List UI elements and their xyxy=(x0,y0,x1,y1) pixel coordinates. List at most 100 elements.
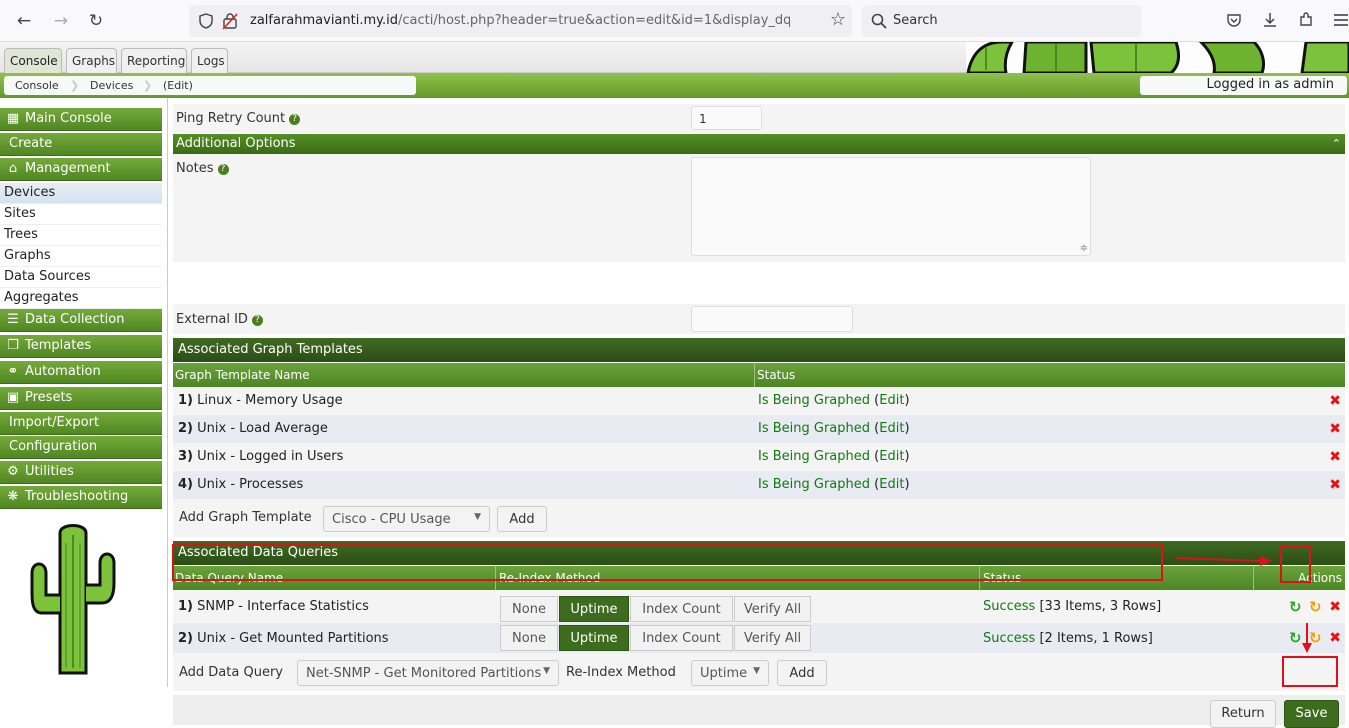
sidebar-main-console[interactable]: ▦ Main Console xyxy=(0,108,162,131)
chevron-down-icon: ▼ xyxy=(474,512,481,522)
edit-link[interactable]: Edit xyxy=(879,393,904,408)
graph-template-row: 3) Unix - Logged in Users Is Being Graph… xyxy=(173,443,1345,471)
reindex-method-select[interactable]: Uptime ▼ xyxy=(691,660,769,686)
reload-query-icon[interactable]: ↻ xyxy=(1309,600,1322,615)
downloads-icon[interactable] xyxy=(1262,11,1278,29)
add-data-query-label: Add Data Query xyxy=(179,665,283,680)
sidebar-create[interactable]: Create xyxy=(0,133,162,156)
sidebar-label: Utilities xyxy=(25,464,74,479)
column-status[interactable]: Status xyxy=(757,368,795,382)
sidebar-automation[interactable]: ⚭ Automation xyxy=(0,361,162,384)
browser-toolbar: ← → ↻ zalfarahmavianti.my.id/cacti/host.… xyxy=(0,0,1349,42)
resize-handle-icon[interactable]: ≑ xyxy=(1080,243,1088,254)
sidebar-utilities[interactable]: ⚙ Utilities xyxy=(0,461,162,484)
sidebar-item-trees[interactable]: Trees xyxy=(0,225,162,246)
sidebar-label: Configuration xyxy=(9,439,98,454)
extensions-icon[interactable] xyxy=(1298,11,1314,29)
help-icon[interactable]: ? xyxy=(251,315,263,326)
breadcrumb-devices[interactable]: Devices xyxy=(90,79,133,92)
reindex-none[interactable]: None xyxy=(500,596,558,622)
help-icon[interactable]: ? xyxy=(217,164,229,175)
back-icon[interactable]: ← xyxy=(13,10,35,32)
pocket-icon[interactable] xyxy=(1226,12,1242,28)
sidebar-item-data-sources[interactable]: Data Sources xyxy=(0,267,162,288)
reindex-uptime[interactable]: Uptime xyxy=(559,625,629,651)
add-graph-template-button[interactable]: Add xyxy=(497,506,547,532)
sidebar-management[interactable]: ⌂ Management xyxy=(0,158,162,181)
chevron-down-icon: ▼ xyxy=(543,666,550,676)
column-name[interactable]: Graph Template Name xyxy=(175,368,310,382)
save-button[interactable]: Save xyxy=(1284,700,1339,728)
delete-icon[interactable]: ✖ xyxy=(1329,450,1341,464)
reindex-verify-all[interactable]: Verify All xyxy=(734,625,811,651)
help-icon[interactable]: ? xyxy=(289,114,301,125)
breadcrumb-separator: ❯ xyxy=(143,79,153,92)
graph-template-row: 1) Linux - Memory Usage Is Being Graphed… xyxy=(173,387,1345,415)
cacti-app: Console Graphs Reporting Logs Console ❯ … xyxy=(0,42,1349,728)
bookmark-star-icon[interactable]: ☆ xyxy=(830,9,846,30)
edit-link[interactable]: Edit xyxy=(879,449,904,464)
forward-icon[interactable]: → xyxy=(50,10,72,32)
data-query-status: Success [2 Items, 1 Rows] xyxy=(983,631,1153,646)
select-value: Uptime xyxy=(700,666,748,681)
reindex-verify-all[interactable]: Verify All xyxy=(734,596,811,622)
data-query-status: Success [33 Items, 3 Rows] xyxy=(983,599,1162,614)
reload-icon[interactable]: ↻ xyxy=(85,10,107,32)
notes-textarea[interactable]: ≑ xyxy=(691,157,1091,256)
sidebar-item-graphs[interactable]: Graphs xyxy=(0,246,162,267)
delete-icon[interactable]: ✖ xyxy=(1329,631,1341,645)
external-id-input[interactable] xyxy=(691,306,853,332)
sidebar-data-collection[interactable]: ☰ Data Collection xyxy=(0,309,162,332)
bug-icon: ❋ xyxy=(7,489,19,504)
logged-in-status[interactable]: Logged in as admin xyxy=(1140,76,1347,95)
search-placeholder: Search xyxy=(893,13,938,28)
home-icon: ⌂ xyxy=(8,161,18,176)
url-text: zalfarahmavianti.my.id/cacti/host.php?he… xyxy=(250,13,790,28)
return-button[interactable]: Return xyxy=(1210,700,1276,728)
tab-graphs[interactable]: Graphs xyxy=(66,48,117,73)
sidebar-item-aggregates[interactable]: Aggregates xyxy=(0,288,162,309)
ping-retry-input[interactable]: 1 xyxy=(691,106,762,130)
tab-reporting[interactable]: Reporting xyxy=(121,48,187,73)
breadcrumb-separator: ❯ xyxy=(70,79,80,92)
sidebar-configuration[interactable]: Configuration xyxy=(0,436,162,459)
breadcrumb-console[interactable]: Console xyxy=(15,79,59,92)
url-bar[interactable]: zalfarahmavianti.my.id/cacti/host.php?he… xyxy=(189,5,852,37)
annotation-arrow-right-icon xyxy=(1175,556,1272,566)
edit-link[interactable]: Edit xyxy=(879,421,904,436)
graph-template-row: 2) Unix - Load Average Is Being Graphed … xyxy=(173,415,1345,443)
hamburger-menu-icon[interactable] xyxy=(1334,13,1348,27)
data-query-row: 1) SNMP - Interface Statistics None Upti… xyxy=(173,590,1345,623)
tab-logs[interactable]: Logs xyxy=(191,48,228,73)
edit-link[interactable]: Edit xyxy=(879,477,904,492)
reindex-uptime[interactable]: Uptime xyxy=(559,596,629,622)
delete-icon[interactable]: ✖ xyxy=(1329,478,1341,492)
graph-template-name: 2) Unix - Load Average xyxy=(178,421,328,436)
reindex-none[interactable]: None xyxy=(500,625,558,651)
tab-console[interactable]: Console xyxy=(4,48,62,73)
map-icon: ▦ xyxy=(6,111,20,126)
search-input[interactable]: Search xyxy=(862,5,1141,37)
sidebar-item-devices[interactable]: Devices xyxy=(0,183,162,204)
verbose-query-refresh-icon[interactable]: ↻ xyxy=(1289,600,1302,615)
reindex-index-count[interactable]: Index Count xyxy=(630,596,733,622)
delete-icon[interactable]: ✖ xyxy=(1329,422,1341,436)
reindex-index-count[interactable]: Index Count xyxy=(630,625,733,651)
sidebar-troubleshooting[interactable]: ❋ Troubleshooting xyxy=(0,486,162,509)
sidebar-templates[interactable]: ❐ Templates xyxy=(0,335,162,358)
graph-template-select[interactable]: Cisco - CPU Usage ▼ xyxy=(323,506,490,532)
sidebar-item-sites[interactable]: Sites xyxy=(0,204,162,225)
delete-icon[interactable]: ✖ xyxy=(1329,600,1341,614)
data-query-select[interactable]: Net-SNMP - Get Monitored Partitions ▼ xyxy=(297,660,559,686)
sidebar-presets[interactable]: ▣ Presets xyxy=(0,387,162,410)
sidebar-label: Import/Export xyxy=(9,415,100,430)
insecure-lock-icon xyxy=(222,13,238,30)
add-data-query-button[interactable]: Add xyxy=(777,660,827,686)
breadcrumb: Console ❯ Devices ❯ (Edit) xyxy=(4,76,416,95)
collapse-double-chevron-up-icon[interactable]: ⌃ xyxy=(1332,137,1341,150)
delete-icon[interactable]: ✖ xyxy=(1329,394,1341,408)
sidebar-import-export[interactable]: Import/Export xyxy=(0,412,162,435)
form-actions: Return Save xyxy=(173,695,1345,728)
copy-icon: ❐ xyxy=(7,338,19,353)
sidebar-label: Data Collection xyxy=(25,312,125,327)
